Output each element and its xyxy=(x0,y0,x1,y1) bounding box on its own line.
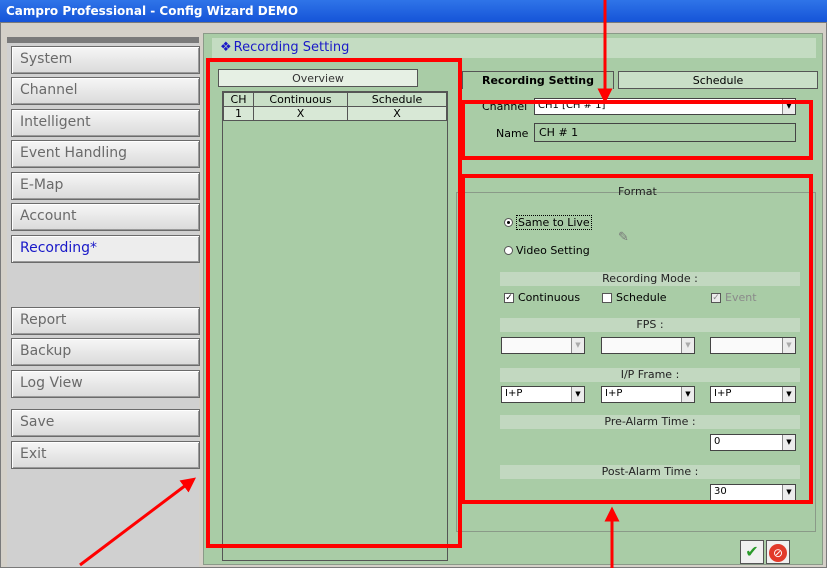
chevron-down-icon[interactable]: ▼ xyxy=(681,338,694,353)
checkmark-icon: ✔ xyxy=(745,542,759,561)
overview-table: CH Continuous Schedule 1 X X xyxy=(223,92,447,121)
chevron-down-icon[interactable]: ▼ xyxy=(782,387,795,402)
exit-button[interactable]: Exit xyxy=(11,441,200,469)
sidebar-item-channel[interactable]: Channel xyxy=(11,77,200,105)
channel-value: CH1 [CH # 1] xyxy=(538,100,606,111)
pre-alarm-value: 0 xyxy=(714,436,721,447)
format-label: Format xyxy=(618,185,657,198)
page-title: Recording Setting xyxy=(233,40,350,55)
ip-frame-value-2: I+P xyxy=(605,388,623,399)
column-header-schedule: Schedule xyxy=(347,92,447,107)
sidebar: System Channel Intelligent Event Handlin… xyxy=(7,37,200,567)
channel-label: Channel xyxy=(482,100,528,113)
sidebar-item-backup[interactable]: Backup xyxy=(11,338,200,366)
sidebar-item-log-view[interactable]: Log View xyxy=(11,370,200,398)
column-header-continuous: Continuous xyxy=(253,92,348,107)
pre-alarm-select[interactable]: 0 ▼ xyxy=(710,434,796,451)
radio-selected-icon xyxy=(504,218,513,227)
cell-schedule: X xyxy=(347,106,447,121)
ip-frame-select-3[interactable]: I+P ▼ xyxy=(710,386,796,403)
same-to-live-label: Same to Live xyxy=(516,215,592,230)
checkbox-checked-icon: ✓ xyxy=(504,292,514,303)
name-label: Name xyxy=(496,127,529,140)
ip-frame-label: I/P Frame : xyxy=(500,368,800,382)
tab-overview[interactable]: Overview xyxy=(218,69,418,87)
cell-continuous: X xyxy=(253,106,348,121)
tab-schedule[interactable]: Schedule xyxy=(618,71,818,89)
fps-select-2[interactable]: ▼ xyxy=(601,337,695,354)
column-header-ch: CH xyxy=(223,92,254,107)
sidebar-item-event-handling[interactable]: Event Handling xyxy=(11,140,200,168)
post-alarm-label: Post-Alarm Time : xyxy=(500,465,800,479)
app-window: System Channel Intelligent Event Handlin… xyxy=(0,22,827,568)
fps-select-1[interactable]: ▼ xyxy=(501,337,585,354)
sidebar-item-account[interactable]: Account xyxy=(11,203,200,231)
sidebar-item-system[interactable]: System xyxy=(11,46,200,74)
cell-ch: 1 xyxy=(223,106,254,121)
sidebar-item-e-map[interactable]: E-Map xyxy=(11,172,200,200)
main-panel: ❖ Recording Setting Overview CH Continuou… xyxy=(203,33,823,565)
video-setting-radio[interactable]: Video Setting xyxy=(504,244,590,257)
event-label: Event xyxy=(725,291,757,304)
section-header: ❖ Recording Setting xyxy=(212,38,816,58)
cancel-button[interactable]: ⊘ xyxy=(766,540,790,564)
chevron-down-icon[interactable]: ▼ xyxy=(681,387,694,402)
fps-select-3[interactable]: ▼ xyxy=(710,337,796,354)
event-checkbox: ✓ Event xyxy=(711,291,757,304)
recording-mode-label: Recording Mode : xyxy=(500,272,800,286)
chevron-down-icon[interactable]: ▼ xyxy=(782,485,795,500)
channel-select[interactable]: CH1 [CH # 1] ▼ xyxy=(534,98,796,115)
post-alarm-value: 30 xyxy=(714,486,727,497)
continuous-label: Continuous xyxy=(518,291,581,304)
save-button[interactable]: Save xyxy=(11,409,200,437)
fps-label: FPS : xyxy=(500,318,800,332)
table-row[interactable]: 1 X X xyxy=(223,106,447,121)
schedule-label: Schedule xyxy=(616,291,667,304)
checkbox-unchecked-icon xyxy=(602,292,612,303)
pencil-icon[interactable]: ✎ xyxy=(618,230,629,245)
chevron-down-icon[interactable]: ▼ xyxy=(782,99,795,114)
cancel-icon: ⊘ xyxy=(769,544,787,562)
name-field[interactable]: CH # 1 xyxy=(534,123,796,142)
pre-alarm-label: Pre-Alarm Time : xyxy=(500,415,800,429)
apply-button[interactable]: ✔ xyxy=(740,540,764,564)
continuous-checkbox[interactable]: ✓ Continuous xyxy=(504,291,580,304)
radio-unselected-icon xyxy=(504,246,513,255)
same-to-live-radio[interactable]: Same to Live xyxy=(504,215,592,230)
format-group xyxy=(456,192,816,532)
chevron-down-icon[interactable]: ▼ xyxy=(571,338,584,353)
sidebar-top-strip xyxy=(7,37,199,43)
chevron-down-icon[interactable]: ▼ xyxy=(571,387,584,402)
window-title: Campro Professional - Config Wizard DEMO xyxy=(0,0,827,22)
ip-frame-select-2[interactable]: I+P ▼ xyxy=(601,386,695,403)
checkbox-checked-disabled-icon: ✓ xyxy=(711,292,721,303)
table-header-row: CH Continuous Schedule xyxy=(223,92,447,107)
sidebar-item-intelligent[interactable]: Intelligent xyxy=(11,109,200,137)
ip-frame-select-1[interactable]: I+P ▼ xyxy=(501,386,585,403)
chevron-down-icon[interactable]: ▼ xyxy=(782,338,795,353)
chevron-down-icon[interactable]: ▼ xyxy=(782,435,795,450)
post-alarm-select[interactable]: 30 ▼ xyxy=(710,484,796,501)
sidebar-item-recording[interactable]: Recording* xyxy=(11,235,200,263)
ip-frame-value-1: I+P xyxy=(505,388,523,399)
ip-frame-value-3: I+P xyxy=(714,388,732,399)
overview-panel: CH Continuous Schedule 1 X X xyxy=(222,91,448,561)
sidebar-item-report[interactable]: Report xyxy=(11,307,200,335)
tab-recording-setting[interactable]: Recording Setting xyxy=(462,71,614,89)
section-bullet-icon: ❖ xyxy=(220,40,232,55)
video-setting-label: Video Setting xyxy=(516,244,590,257)
schedule-checkbox[interactable]: Schedule xyxy=(602,291,667,304)
